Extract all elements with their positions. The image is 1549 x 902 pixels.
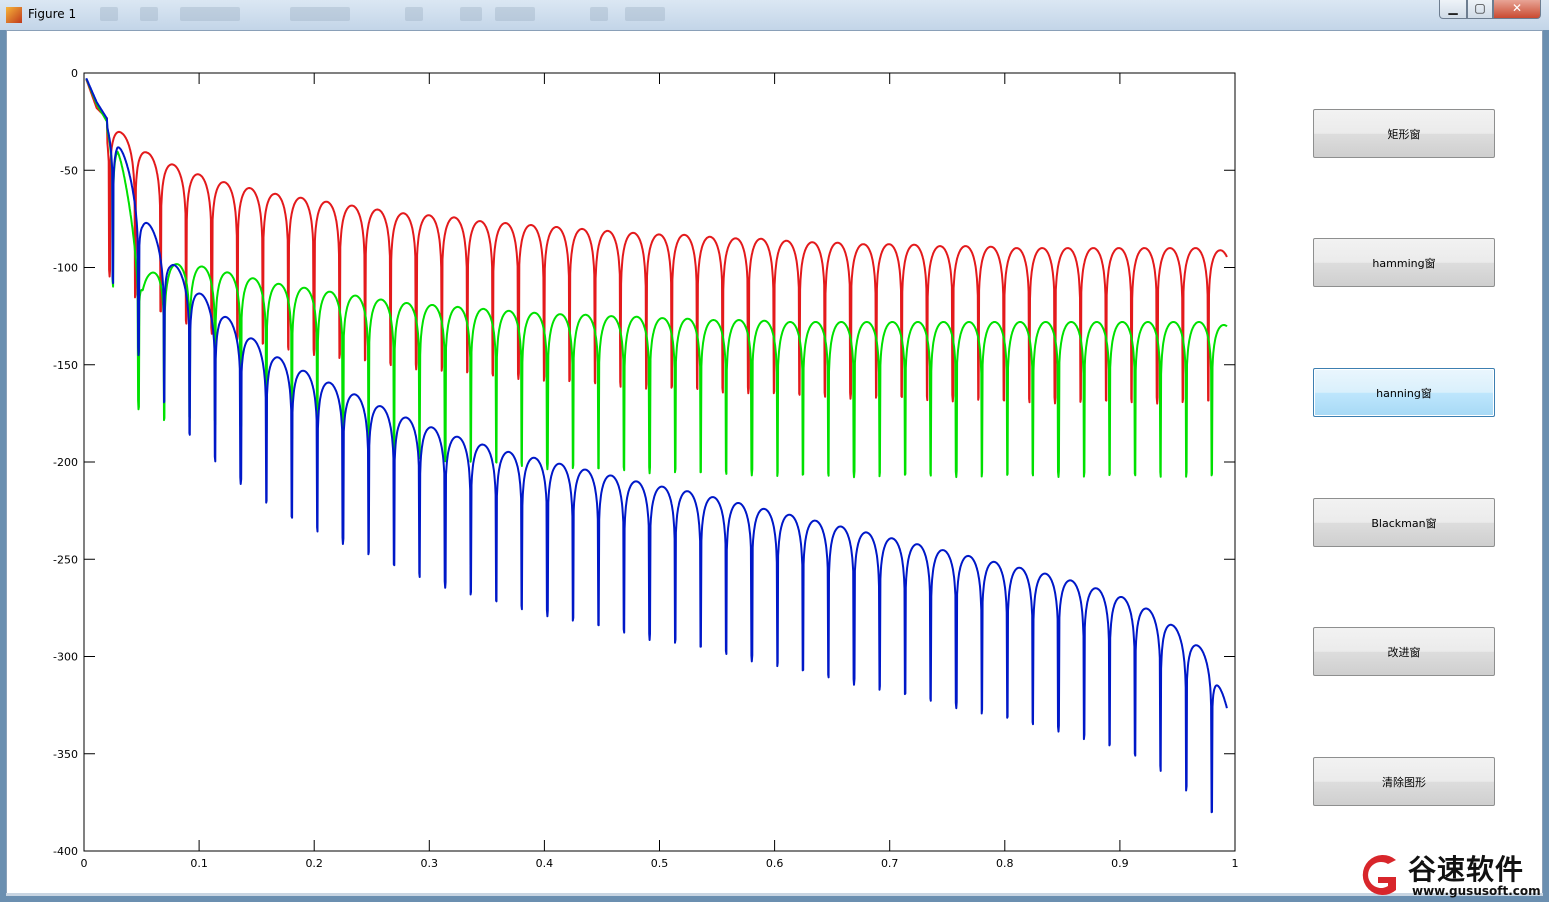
hanning-window-button[interactable]: hanning窗: [1313, 368, 1495, 417]
watermark-name: 谷速软件: [1408, 853, 1525, 886]
watermark: 谷速软件 www.gususoft.com: [1352, 848, 1549, 902]
y-tick-label: -400: [53, 845, 78, 858]
improved-window-button[interactable]: 改进窗: [1313, 627, 1495, 676]
watermark-url: www.gususoft.com: [1412, 884, 1541, 898]
plot-area: [84, 73, 1235, 851]
x-tick-label: 0.5: [651, 857, 669, 870]
y-tick-label: -250: [53, 553, 78, 566]
y-tick-label: -350: [53, 748, 78, 761]
x-tick-label: 0.3: [421, 857, 439, 870]
gususoft-logo-icon: [1362, 855, 1396, 895]
x-tick-label: 0: [81, 857, 88, 870]
y-tick-label: 0: [71, 67, 78, 80]
x-tick-label: 0.1: [190, 857, 208, 870]
blackman-window-button[interactable]: Blackman窗: [1313, 498, 1495, 547]
y-tick-label: -200: [53, 456, 78, 469]
x-tick-label: 0.2: [305, 857, 323, 870]
rectangular-window-button[interactable]: 矩形窗: [1313, 109, 1495, 158]
x-tick-label: 0.9: [1111, 857, 1129, 870]
x-tick-label: 0.6: [766, 857, 784, 870]
x-tick-label: 1: [1232, 857, 1239, 870]
y-tick-label: -150: [53, 359, 78, 372]
y-tick-label: -100: [53, 262, 78, 275]
x-tick-label: 0.8: [996, 857, 1014, 870]
clear-figure-button[interactable]: 清除图形: [1313, 757, 1495, 806]
y-tick-label: -50: [60, 164, 78, 177]
hamming-window-button[interactable]: hamming窗: [1313, 238, 1495, 287]
y-tick-label: -300: [53, 651, 78, 664]
x-tick-label: 0.7: [881, 857, 899, 870]
x-tick-label: 0.4: [536, 857, 554, 870]
